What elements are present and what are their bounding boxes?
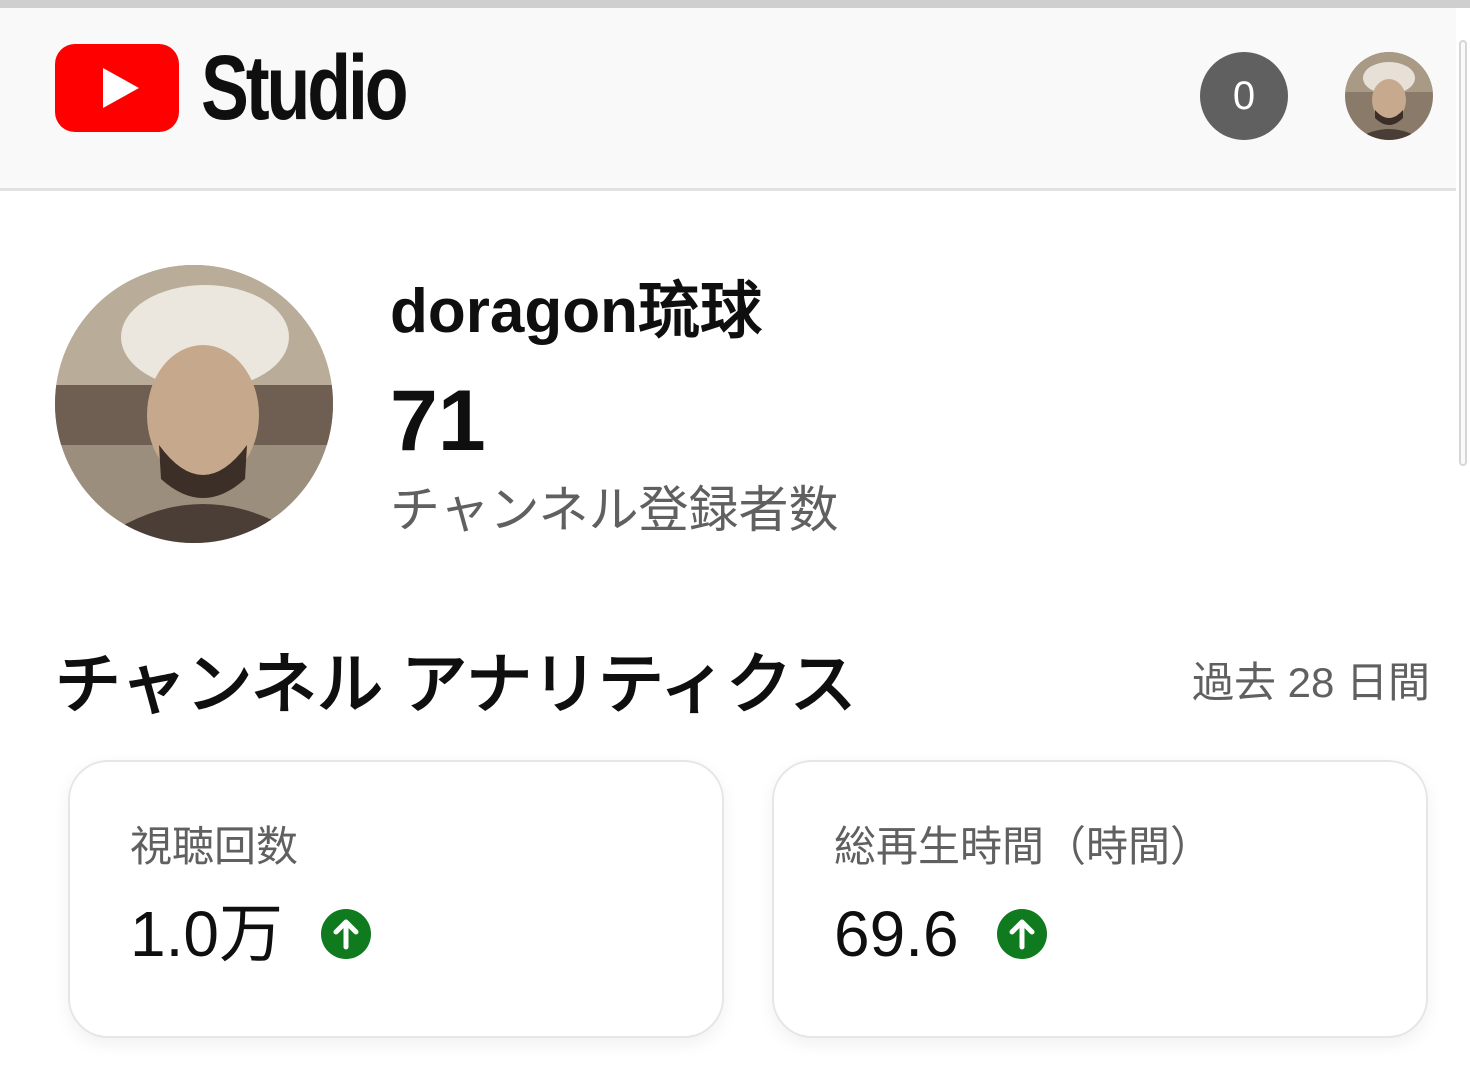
subscriber-label: チャンネル登録者数 [390, 482, 839, 538]
arrow-up-circle-icon [996, 909, 1047, 959]
watch-time-card-label: 総再生時間（時間） [834, 823, 1213, 870]
notification-count: 0 [1232, 73, 1256, 118]
app-header: Studio 0 [0, 8, 1456, 191]
views-card-value: 1.0万 [130, 898, 283, 970]
analytics-section-title: チャンネル アナリティクス [55, 647, 857, 721]
analytics-period: 過去 28 日間 [1191, 659, 1430, 706]
channel-name: doragon琉球 [390, 277, 762, 346]
scrollbar-thumb[interactable] [1459, 40, 1467, 466]
views-card[interactable]: 視聴回数 1.0万 [68, 760, 724, 1038]
subscriber-count: 71 [390, 373, 486, 469]
notifications-badge[interactable]: 0 [1200, 52, 1288, 140]
arrow-up-circle-icon [320, 909, 371, 959]
youtube-play-icon [55, 44, 179, 132]
account-avatar[interactable] [1345, 52, 1433, 140]
top-edge-strip [0, 0, 1470, 8]
studio-wordmark: Studio [201, 37, 409, 139]
channel-avatar[interactable] [55, 265, 333, 543]
views-card-label: 視聴回数 [130, 823, 299, 870]
watch-time-card[interactable]: 総再生時間（時間） 69.6 [772, 760, 1428, 1038]
watch-time-card-value: 69.6 [834, 898, 959, 970]
youtube-studio-logo[interactable]: Studio [55, 42, 463, 134]
